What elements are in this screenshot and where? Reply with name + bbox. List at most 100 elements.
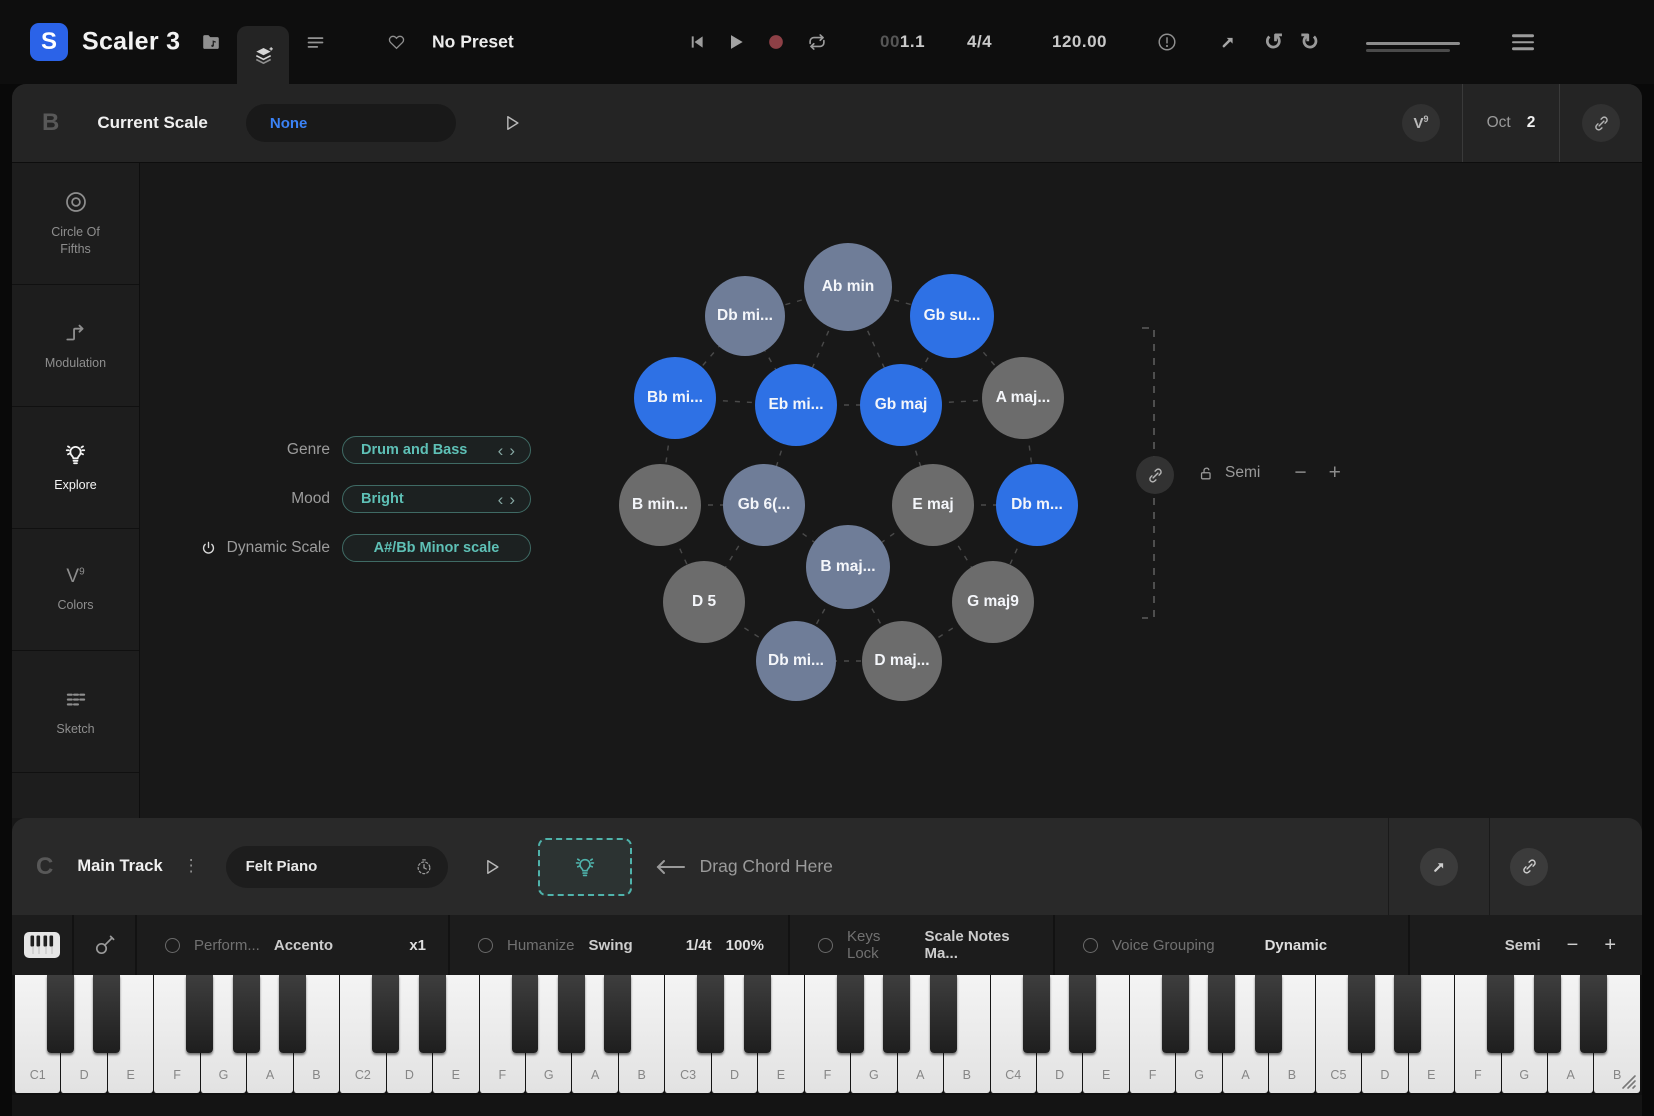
track-play-button[interactable] (482, 857, 502, 877)
keys-lock-setting[interactable]: Keys Lock Scale Notes Ma... (790, 915, 1055, 975)
black-key[interactable] (697, 975, 724, 1053)
chord-bubble[interactable]: D maj... (862, 621, 942, 701)
sidebar-item-explore[interactable]: Explore (12, 407, 139, 529)
quantize-clock-icon[interactable] (414, 857, 434, 877)
track-name[interactable]: Main Track (77, 857, 162, 876)
black-key[interactable] (930, 975, 957, 1053)
chord-bubble[interactable]: Gb 6(... (723, 464, 805, 546)
black-key[interactable] (1208, 975, 1235, 1053)
keys-lock-toggle[interactable] (818, 938, 833, 953)
black-key[interactable] (883, 975, 910, 1053)
sidebar-item-colors[interactable]: V9 Colors (12, 529, 139, 651)
black-key[interactable] (1580, 975, 1607, 1053)
main-menu-button[interactable] (1512, 30, 1534, 54)
export-button[interactable] (1218, 32, 1238, 52)
chord-bubble[interactable]: B maj... (806, 525, 890, 609)
record-button[interactable] (766, 32, 786, 52)
sidebar-item-circle-of-fifths[interactable]: Circle Of Fifths (12, 163, 139, 285)
genre-prev-button[interactable]: ‹ (495, 442, 507, 459)
bracket-link-button[interactable] (1136, 456, 1174, 494)
perform-multiplier[interactable]: x1 (409, 937, 426, 954)
chord-bubble[interactable]: G maj9 (952, 561, 1034, 643)
black-key[interactable] (512, 975, 539, 1053)
black-key[interactable] (279, 975, 306, 1053)
humanize-toggle[interactable] (478, 938, 493, 953)
octave-control[interactable]: Oct 2 (1463, 114, 1559, 132)
black-key[interactable] (47, 975, 74, 1053)
redo-button[interactable]: ↻ (1300, 29, 1319, 56)
black-key[interactable] (1162, 975, 1189, 1053)
semi-plus-button[interactable]: + (1604, 934, 1616, 957)
chord-bubble[interactable]: Gb maj (860, 364, 942, 446)
chord-drop-zone[interactable] (538, 838, 632, 896)
loop-button[interactable] (806, 31, 828, 53)
perform-toggle[interactable] (165, 938, 180, 953)
favorite-button[interactable] (386, 32, 407, 52)
keyboard-view-toggle[interactable] (12, 915, 74, 975)
black-key[interactable] (1394, 975, 1421, 1053)
black-key[interactable] (1069, 975, 1096, 1053)
voice-grouping-value[interactable]: Dynamic (1265, 937, 1328, 954)
play-button[interactable] (726, 32, 746, 52)
chord-bubble[interactable]: Gb su... (910, 274, 994, 358)
tab-browser[interactable] (185, 0, 237, 84)
humanize-division[interactable]: 1/4t (686, 937, 712, 954)
track-link-button[interactable] (1510, 848, 1548, 886)
humanize-amount[interactable]: 100% (726, 937, 764, 954)
humanize-setting[interactable]: Humanize Swing 1/4t 100% (450, 915, 790, 975)
info-button[interactable] (1156, 31, 1178, 53)
semi-minus-button[interactable]: − (1294, 461, 1306, 485)
black-key[interactable] (1534, 975, 1561, 1053)
mood-next-button[interactable]: › (506, 491, 518, 508)
current-scale-select[interactable]: None (246, 104, 456, 142)
black-key[interactable] (604, 975, 631, 1053)
tempo-display[interactable]: 120.00 (1052, 32, 1107, 52)
tab-list[interactable] (289, 0, 341, 84)
genre-next-button[interactable]: › (506, 442, 518, 459)
chord-bubble[interactable]: Bb mi... (634, 357, 716, 439)
perform-setting[interactable]: Perform... Accento x1 (137, 915, 450, 975)
scale-play-button[interactable] (502, 113, 522, 133)
track-export-button[interactable] (1420, 848, 1458, 886)
chord-bubble[interactable]: Eb mi... (755, 364, 837, 446)
dynamic-scale-select[interactable]: A#/Bb Minor scale (342, 534, 531, 562)
power-icon[interactable] (200, 540, 217, 557)
black-key[interactable] (186, 975, 213, 1053)
volume-slider[interactable] (1366, 42, 1460, 52)
black-key[interactable] (1348, 975, 1375, 1053)
mood-prev-button[interactable]: ‹ (495, 491, 507, 508)
chord-bubble[interactable]: Ab min (804, 243, 892, 331)
scale-link-button[interactable] (1582, 104, 1620, 142)
black-key[interactable] (233, 975, 260, 1053)
chord-bubble[interactable]: B min... (619, 464, 701, 546)
black-key[interactable] (1023, 975, 1050, 1053)
sidebar-item-modulation[interactable]: Modulation (12, 285, 139, 407)
black-key[interactable] (93, 975, 120, 1053)
sidebar-item-sketch[interactable]: Sketch (12, 651, 139, 773)
black-key[interactable] (1487, 975, 1514, 1053)
undo-button[interactable]: ↺ (1264, 29, 1283, 56)
preset-name[interactable]: No Preset (432, 32, 514, 53)
genre-select[interactable]: Drum and Bass ‹ › (342, 436, 531, 464)
chord-bubble[interactable]: Db m... (996, 464, 1078, 546)
semi-minus-button[interactable]: − (1567, 934, 1579, 957)
voice-grouping-setting[interactable]: Voice Grouping Dynamic (1055, 915, 1410, 975)
instrument-select[interactable]: Felt Piano (226, 846, 448, 888)
skip-to-start-button[interactable] (688, 33, 706, 51)
track-menu-button[interactable]: ⋮ (183, 862, 200, 871)
resize-handle[interactable] (1617, 1070, 1637, 1090)
chord-bubble[interactable]: Db mi... (705, 276, 785, 356)
tab-main-active[interactable] (237, 26, 289, 84)
chord-bubble[interactable]: D 5 (663, 561, 745, 643)
black-key[interactable] (1255, 975, 1282, 1053)
voice-grouping-toggle[interactable] (1083, 938, 1098, 953)
guitar-view-toggle[interactable] (74, 915, 137, 975)
voicing-button[interactable]: V9 (1402, 104, 1440, 142)
chord-bubble[interactable]: Db mi... (756, 621, 836, 701)
chord-bubble[interactable]: E maj (892, 464, 974, 546)
unlock-icon[interactable] (1198, 465, 1215, 482)
black-key[interactable] (372, 975, 399, 1053)
black-key[interactable] (744, 975, 771, 1053)
semi-plus-button[interactable]: + (1329, 461, 1341, 485)
mood-select[interactable]: Bright ‹ › (342, 485, 531, 513)
